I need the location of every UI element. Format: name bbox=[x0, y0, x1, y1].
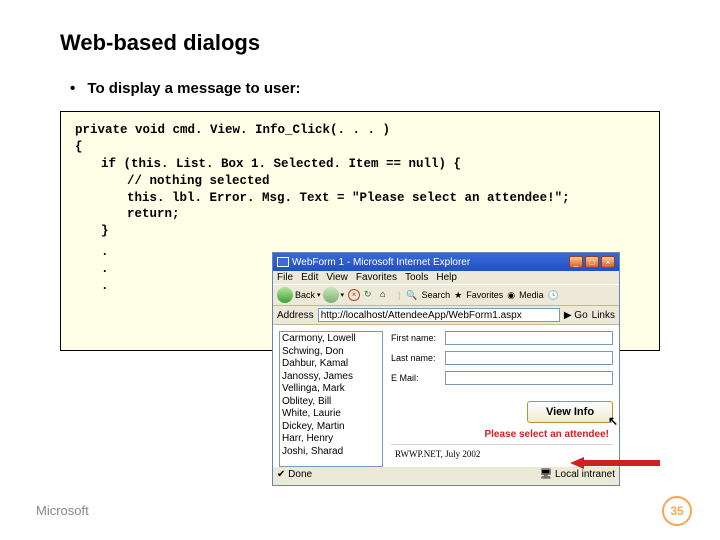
form: First name: Last name: E Mail: View Info… bbox=[391, 331, 613, 460]
status-done: ✔ Done bbox=[277, 469, 312, 480]
address-label: Address bbox=[277, 310, 314, 321]
page-number: 35 bbox=[662, 496, 692, 526]
code-line: } bbox=[75, 223, 645, 240]
browser-window: WebForm 1 - Microsoft Internet Explorer … bbox=[272, 252, 620, 486]
media-label[interactable]: Media bbox=[519, 290, 544, 300]
status-zone: 🖥 Local intranet bbox=[539, 469, 615, 480]
footer-caption: RWWP.NET, July 2002 bbox=[391, 444, 613, 459]
code-line: // nothing selected bbox=[75, 173, 645, 190]
email-field[interactable] bbox=[445, 371, 613, 385]
toolbar: Back ▾ ▾ × ↻ ⌂ | 🔍Search ★Favorites ◉Med… bbox=[273, 284, 619, 306]
favorites-icon[interactable]: ★ bbox=[454, 290, 462, 301]
list-item[interactable]: Harr, Henry bbox=[282, 433, 380, 446]
code-line: return; bbox=[75, 206, 645, 223]
menu-help[interactable]: Help bbox=[436, 272, 457, 283]
slide-bullet: To display a message to user: bbox=[86, 80, 670, 97]
last-name-label: Last name: bbox=[391, 353, 445, 363]
back-icon[interactable] bbox=[277, 287, 293, 303]
cursor-icon: ↖ bbox=[608, 414, 618, 428]
search-label[interactable]: Search bbox=[422, 290, 451, 300]
refresh-icon[interactable]: ↻ bbox=[364, 289, 376, 301]
menu-view[interactable]: View bbox=[326, 272, 348, 283]
history-icon[interactable]: 🕓 bbox=[548, 290, 559, 301]
menu-file[interactable]: File bbox=[277, 272, 293, 283]
close-button[interactable]: × bbox=[601, 256, 615, 268]
stop-icon[interactable]: × bbox=[348, 289, 360, 301]
address-input[interactable] bbox=[318, 308, 560, 322]
code-line: { bbox=[75, 139, 645, 156]
code-line: if (this. List. Box 1. Selected. Item ==… bbox=[75, 156, 645, 173]
footer-logo: Microsoft bbox=[36, 503, 89, 518]
forward-icon[interactable] bbox=[323, 287, 339, 303]
search-icon[interactable]: 🔍 bbox=[406, 290, 417, 301]
page-content: Carmony, Lowell Schwing, Don Dahbur, Kam… bbox=[273, 325, 619, 466]
maximize-button[interactable]: □ bbox=[585, 256, 599, 268]
list-item[interactable]: Oblitey, Bill bbox=[282, 396, 380, 409]
menubar: File Edit View Favorites Tools Help bbox=[273, 271, 619, 284]
media-icon[interactable]: ◉ bbox=[507, 290, 515, 301]
slide-title: Web-based dialogs bbox=[60, 30, 670, 56]
go-button[interactable]: ▶ Go bbox=[564, 310, 588, 321]
first-name-label: First name: bbox=[391, 333, 445, 343]
code-line: private void cmd. View. Info_Click(. . .… bbox=[75, 122, 645, 139]
list-item[interactable]: Dickey, Martin bbox=[282, 421, 380, 434]
list-item[interactable]: Schwing, Don bbox=[282, 346, 380, 359]
menu-tools[interactable]: Tools bbox=[405, 272, 428, 283]
list-item[interactable]: Dahbur, Kamal bbox=[282, 358, 380, 371]
attendee-listbox[interactable]: Carmony, Lowell Schwing, Don Dahbur, Kam… bbox=[279, 331, 383, 467]
browser-title: WebForm 1 - Microsoft Internet Explorer bbox=[277, 257, 470, 268]
minimize-button[interactable]: _ bbox=[569, 256, 583, 268]
email-label: E Mail: bbox=[391, 373, 445, 383]
menu-edit[interactable]: Edit bbox=[301, 272, 318, 283]
list-item[interactable]: White, Laurie bbox=[282, 408, 380, 421]
statusbar: ✔ Done 🖥 Local intranet bbox=[273, 466, 619, 482]
error-message: Please select an attendee! bbox=[391, 423, 613, 440]
browser-titlebar: WebForm 1 - Microsoft Internet Explorer … bbox=[273, 253, 619, 271]
list-item[interactable]: Vellinga, Mark bbox=[282, 383, 380, 396]
first-name-field[interactable] bbox=[445, 331, 613, 345]
list-item[interactable]: Janossy, James bbox=[282, 371, 380, 384]
code-line: this. lbl. Error. Msg. Text = "Please se… bbox=[75, 190, 645, 207]
addressbar: Address ▶ Go Links bbox=[273, 306, 619, 325]
links-label[interactable]: Links bbox=[592, 310, 615, 321]
back-label[interactable]: Back bbox=[295, 290, 315, 300]
view-info-button[interactable]: View Info↖ bbox=[527, 401, 613, 423]
last-name-field[interactable] bbox=[445, 351, 613, 365]
favorites-label[interactable]: Favorites bbox=[466, 290, 503, 300]
home-icon[interactable]: ⌂ bbox=[380, 289, 392, 301]
menu-favorites[interactable]: Favorites bbox=[356, 272, 397, 283]
list-item[interactable]: Carmony, Lowell bbox=[282, 333, 380, 346]
list-item[interactable]: Joshi, Sharad bbox=[282, 446, 380, 459]
